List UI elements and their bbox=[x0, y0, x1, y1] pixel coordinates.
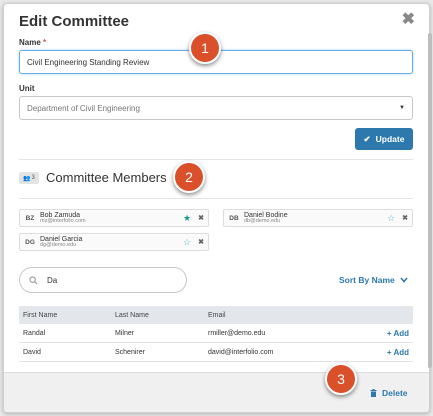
add-button[interactable]: + Add bbox=[368, 329, 413, 338]
unit-select-value: Department of Civil Engineering bbox=[27, 103, 140, 113]
member-initials: DB bbox=[229, 214, 239, 222]
remove-icon[interactable]: ✖ bbox=[194, 238, 208, 246]
member-count: 3 bbox=[31, 175, 35, 181]
sort-label: Sort By Name bbox=[339, 275, 395, 285]
unit-label: Unit bbox=[19, 84, 35, 93]
search-value: Da bbox=[47, 275, 58, 285]
divider bbox=[19, 198, 413, 199]
dialog-title: Edit Committee bbox=[19, 13, 130, 30]
last-name-cell: Milner bbox=[115, 329, 135, 337]
caret-down-icon: ▼ bbox=[399, 105, 405, 111]
sort-dropdown[interactable]: Sort By Name bbox=[339, 275, 408, 285]
member-card: DG Daniel Garcia dg@demo.edu ☆ ✖ bbox=[19, 233, 209, 251]
dialog-footer bbox=[4, 372, 429, 412]
member-initials: BZ bbox=[25, 214, 35, 222]
name-input-value: Civil Engineering Standing Review bbox=[27, 57, 150, 67]
email-cell: david@interfolio.com bbox=[208, 348, 274, 356]
users-icon: 👥 bbox=[23, 175, 31, 182]
table-row: Randal Milner rmiller@demo.edu + Add bbox=[19, 324, 413, 343]
last-name-cell: Schenirer bbox=[115, 348, 145, 356]
member-card: DB Daniel Bodine db@demo.edu ☆ ✖ bbox=[223, 209, 413, 227]
search-icon bbox=[29, 275, 38, 284]
star-outline-icon[interactable]: ☆ bbox=[180, 237, 194, 248]
update-button[interactable]: ✔ Update bbox=[355, 128, 413, 150]
unit-select[interactable]: Department of Civil Engineering ▼ bbox=[19, 96, 413, 120]
required-mark: * bbox=[43, 38, 47, 47]
checkmark-icon: ✔ bbox=[363, 133, 371, 144]
remove-icon[interactable]: ✖ bbox=[398, 214, 412, 222]
delete-label: Delete bbox=[382, 388, 408, 398]
name-label: Name * bbox=[19, 38, 46, 47]
add-button[interactable]: + Add bbox=[368, 348, 413, 357]
member-email: mz@interfolio.com bbox=[40, 217, 86, 224]
member-count-badge: 👥 3 bbox=[19, 172, 39, 184]
column-header: First Name bbox=[23, 311, 58, 319]
trash-icon bbox=[370, 389, 377, 397]
update-button-label: Update bbox=[375, 134, 405, 144]
callout-marker-2: 2 bbox=[173, 161, 205, 193]
divider bbox=[19, 159, 413, 160]
search-results-table: First Name Last Name Email Randal Milner… bbox=[19, 306, 413, 362]
name-label-text: Name bbox=[19, 38, 41, 47]
column-header: Last Name bbox=[115, 311, 149, 319]
edit-committee-dialog: Edit Committee ✖ Name * Civil Engineerin… bbox=[3, 3, 430, 413]
member-email: dg@demo.edu bbox=[40, 241, 77, 248]
email-cell: rmiller@demo.edu bbox=[208, 329, 266, 337]
chevron-down-icon bbox=[400, 277, 408, 283]
column-header: Email bbox=[208, 311, 226, 319]
member-card: BZ Bob Zamuda mz@interfolio.com ★ ✖ bbox=[19, 209, 209, 227]
table-row: David Schenirer david@interfolio.com + A… bbox=[19, 343, 413, 362]
first-name-cell: David bbox=[23, 348, 41, 356]
search-input[interactable]: Da bbox=[19, 267, 187, 293]
callout-marker-1: 1 bbox=[189, 32, 221, 64]
section-title: Committee Members bbox=[46, 170, 167, 185]
remove-icon[interactable]: ✖ bbox=[194, 214, 208, 222]
star-outline-icon[interactable]: ☆ bbox=[384, 213, 398, 224]
scrollbar[interactable] bbox=[428, 33, 432, 368]
delete-button[interactable]: Delete bbox=[370, 388, 408, 398]
callout-marker-3: 3 bbox=[325, 363, 357, 395]
first-name-cell: Randal bbox=[23, 329, 46, 337]
table-header: First Name Last Name Email bbox=[19, 306, 413, 324]
member-initials: DG bbox=[25, 238, 35, 246]
star-filled-icon[interactable]: ★ bbox=[180, 213, 194, 224]
close-icon[interactable]: ✖ bbox=[402, 9, 415, 29]
add-label: Add bbox=[393, 328, 409, 338]
member-email: db@demo.edu bbox=[244, 217, 281, 224]
add-label: Add bbox=[393, 347, 409, 357]
